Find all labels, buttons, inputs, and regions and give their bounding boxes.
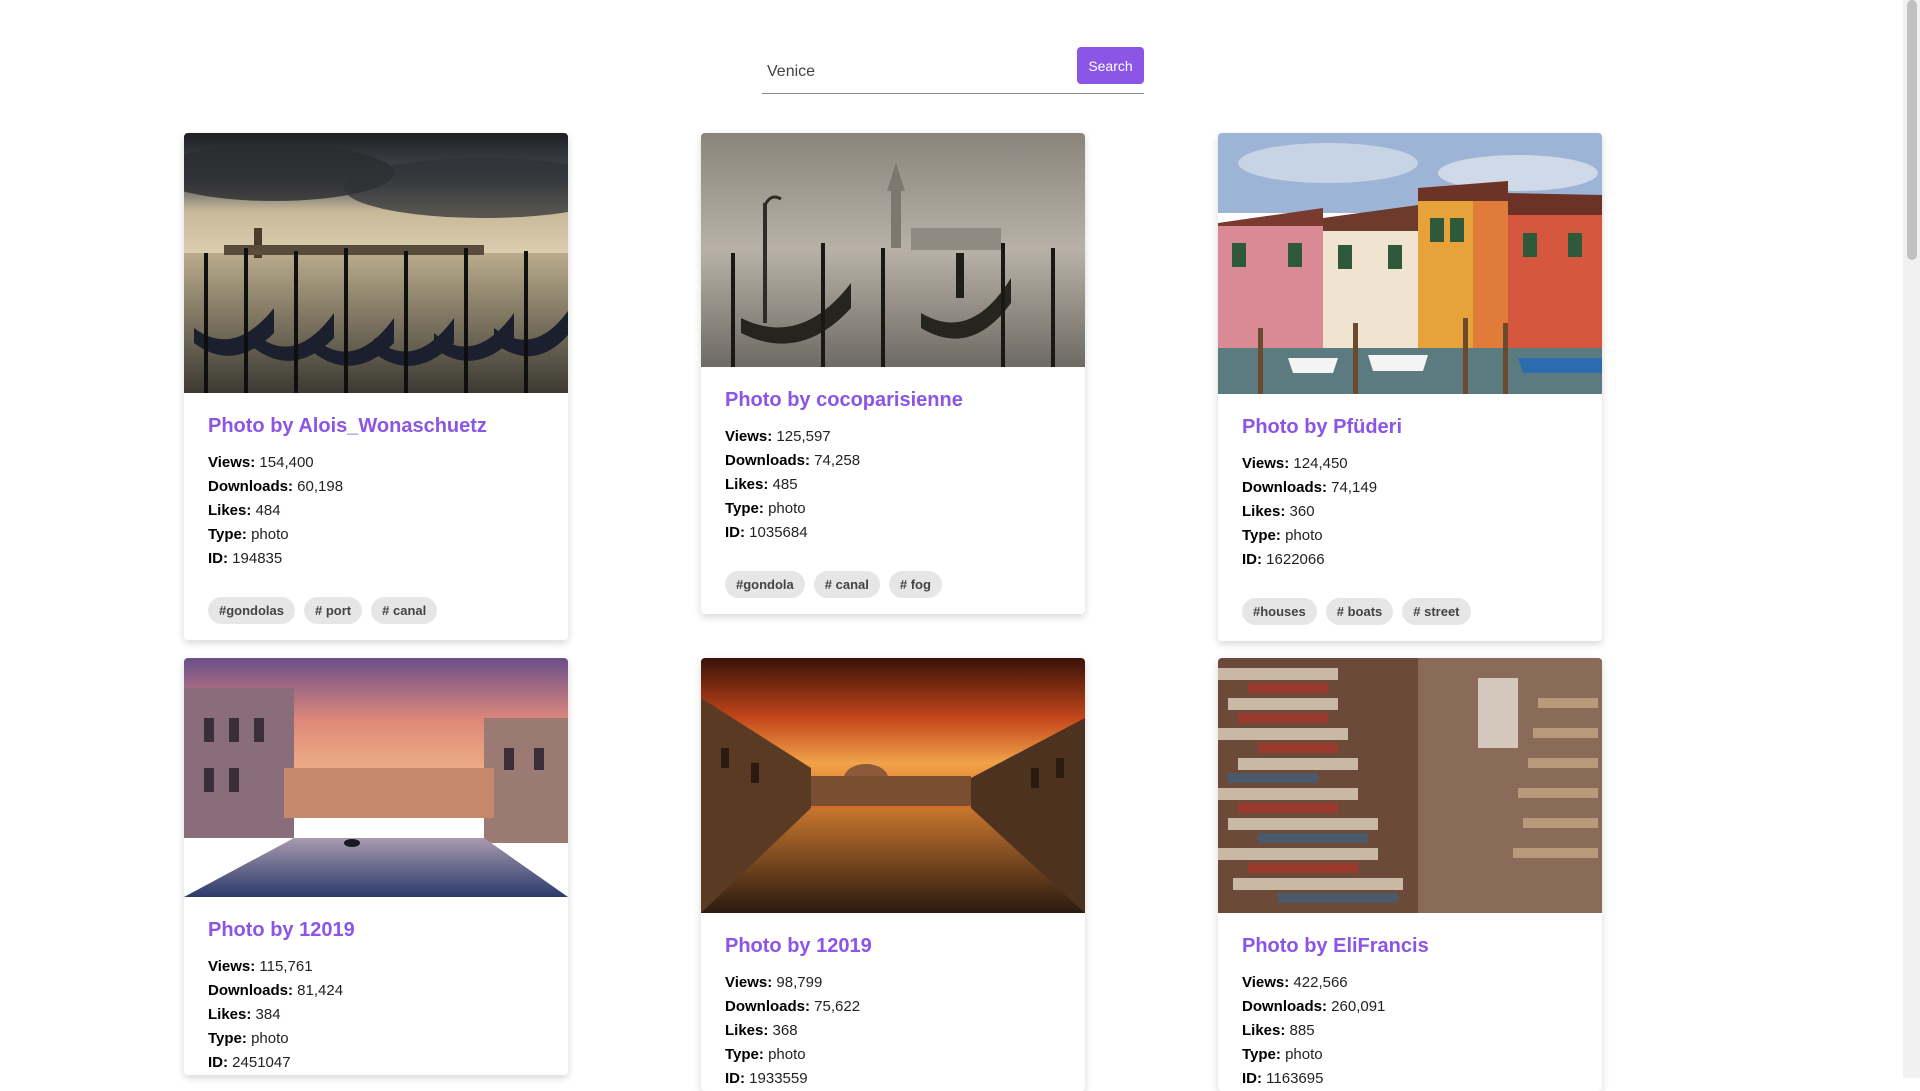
views-stat: Views: 125,597 [725,428,831,445]
type-stat: Type: photo [725,500,806,517]
card-body: Photo by cocoparisienne Views: 125,597 D… [701,367,1085,614]
photo-card: Photo by Alois_Wonaschuetz Views: 154,40… [184,133,568,640]
tag[interactable]: # boats [1325,598,1394,625]
tag[interactable]: #gondola [725,571,805,598]
id-stat: ID: 194835 [208,550,283,567]
views-stat: Views: 154,400 [208,454,314,471]
likes-stat: Likes: 484 [208,502,281,519]
downloads-stat: Downloads: 74,149 [1242,479,1378,496]
photo-card: Photo by Pfüderi Views: 124,450 Download… [1218,133,1602,641]
likes-stat: Likes: 485 [725,476,798,493]
photo-title[interactable]: Photo by Alois_Wonaschuetz [208,413,544,439]
photo-title[interactable]: Photo by 12019 [208,917,544,943]
tag-list: #gondola # canal # fog [725,571,1061,614]
views-stat: Views: 115,761 [208,958,313,975]
downloads-stat: Downloads: 60,198 [208,478,344,495]
scrollbar-thumb[interactable] [1907,0,1917,260]
card-body: Photo by 12019 Views: 115,761 Downloads:… [184,897,568,1075]
tag-list: #houses # boats # street [1242,598,1578,641]
tag[interactable]: # canal [813,571,880,598]
photo-card: Photo by 12019 Views: 115,761 Downloads:… [184,658,568,1075]
views-stat: Views: 124,450 [1242,455,1348,472]
photo-title[interactable]: Photo by EliFrancis [1242,933,1578,959]
id-stat: ID: 1933559 [725,1070,808,1087]
photo-card: Photo by EliFrancis Views: 422,566 Downl… [1218,658,1602,1091]
tag[interactable]: #gondolas [208,597,296,624]
downloads-stat: Downloads: 260,091 [1242,998,1386,1015]
downloads-stat: Downloads: 75,622 [725,998,861,1015]
tag[interactable]: # canal [371,597,438,624]
tag[interactable]: # fog [888,571,942,598]
photo-image-colorful-houses[interactable] [1218,133,1602,394]
search-button[interactable]: Search [1077,47,1144,84]
photo-title[interactable]: Photo by cocoparisienne [725,387,1061,413]
id-stat: ID: 1035684 [725,524,808,541]
search-form: Search [762,47,1144,94]
views-stat: Views: 422,566 [1242,974,1348,991]
tag[interactable]: # street [1402,598,1471,625]
downloads-stat: Downloads: 81,424 [208,982,344,999]
card-body: Photo by Alois_Wonaschuetz Views: 154,40… [184,393,568,640]
likes-stat: Likes: 360 [1242,503,1315,520]
tag[interactable]: #houses [1242,598,1317,625]
photo-image-bookshop[interactable] [1218,658,1602,913]
photo-image-canal-sunset[interactable] [184,658,568,897]
likes-stat: Likes: 885 [1242,1022,1315,1039]
type-stat: Type: photo [1242,1046,1323,1063]
tag-list: #gondolas # port # canal [208,597,544,640]
search-input[interactable] [762,55,1067,89]
tag[interactable]: # port [304,597,363,624]
likes-stat: Likes: 368 [725,1022,798,1039]
type-stat: Type: photo [208,1030,289,1047]
photo-image-gondolas[interactable] [184,133,568,393]
id-stat: ID: 2451047 [208,1054,291,1071]
vertical-scrollbar[interactable] [1903,0,1920,1078]
downloads-stat: Downloads: 74,258 [725,452,861,469]
photo-image-grand-canal[interactable] [701,658,1085,913]
photo-image-foggy-gondolas[interactable] [701,133,1085,367]
type-stat: Type: photo [208,526,289,543]
photo-card: Photo by cocoparisienne Views: 125,597 D… [701,133,1085,614]
card-body: Photo by Pfüderi Views: 124,450 Download… [1218,394,1602,641]
id-stat: ID: 1622066 [1242,551,1325,568]
likes-stat: Likes: 384 [208,1006,281,1023]
type-stat: Type: photo [1242,527,1323,544]
photo-title[interactable]: Photo by Pfüderi [1242,414,1578,440]
card-body: Photo by EliFrancis Views: 422,566 Downl… [1218,913,1602,1091]
photo-card: Photo by 12019 Views: 98,799 Downloads: … [701,658,1085,1091]
card-body: Photo by 12019 Views: 98,799 Downloads: … [701,913,1085,1091]
photo-title[interactable]: Photo by 12019 [725,933,1061,959]
id-stat: ID: 1163695 [1242,1070,1324,1087]
type-stat: Type: photo [725,1046,806,1063]
views-stat: Views: 98,799 [725,974,823,991]
